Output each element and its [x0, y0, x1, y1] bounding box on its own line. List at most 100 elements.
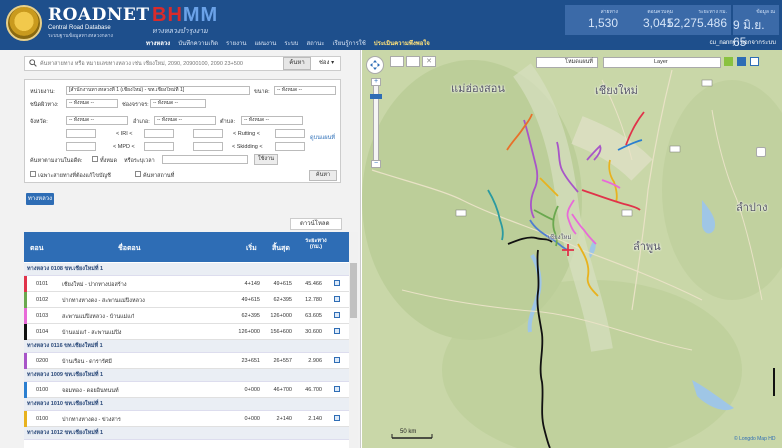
zoom-handle[interactable]: [370, 94, 382, 99]
zoom-to-route-icon[interactable]: [334, 357, 340, 363]
stat-value: 52,275.486: [666, 16, 727, 30]
search-icon: [29, 59, 37, 67]
route-color-swatch: [24, 353, 27, 369]
cell-name: บ้านเรือน - ดารารัศมี: [62, 359, 112, 365]
nav-item-survey[interactable]: ประเมินความพึงพอใจ: [374, 38, 430, 48]
nav-item-highways[interactable]: ทางหลวง: [146, 38, 170, 48]
zoom-to-route-icon[interactable]: [334, 280, 340, 286]
table-header: ตอน ชื่อตอน เริ่ม สิ้นสุด ระยะทาง (กม.): [24, 232, 349, 262]
agency-select[interactable]: [สำนักงานทางหลวงที่ 1 (เชียงใหม่) - ขท.เ…: [66, 86, 250, 95]
rutting-label: < Rutting <: [233, 131, 260, 137]
place-label: ค้นหาสถานที่: [143, 173, 175, 179]
table-row[interactable]: 0101 เชียงใหม่ - ปากทางบ่อสร้าง 4+149 49+61…: [24, 276, 349, 292]
layers-icon[interactable]: [737, 57, 746, 66]
nav-item-status[interactable]: สถานะ: [306, 38, 324, 48]
stat-label: สายทาง: [600, 9, 618, 15]
table-row[interactable]: 0100 จอมทอง - ดอยอินทนนท์ 0+000 46+700 46.70…: [24, 382, 349, 398]
table-scrollbar-thumb[interactable]: [350, 263, 357, 318]
tab-highways[interactable]: ทางหลวง: [26, 193, 54, 205]
bhmm-subtitle: ทางหลวงบำรุงงาม: [152, 28, 208, 35]
cell-code: 0102: [36, 297, 49, 303]
cell-start: 49+615: [241, 297, 260, 303]
filter-search-button[interactable]: ค้นหา: [309, 170, 337, 181]
cell-start: 126+000: [238, 329, 260, 335]
zoom-to-route-icon[interactable]: [334, 386, 340, 392]
size-select[interactable]: -- ทั้งหมด --: [274, 86, 336, 95]
map-type-select[interactable]: โหมดแผนที่: [536, 57, 598, 68]
nav-item-records[interactable]: บันทึกความเกิด: [178, 38, 218, 48]
col-header-distance: ระยะทาง (กม.): [305, 238, 327, 250]
table-row[interactable]: 0200 บ้านเรือน - ดารารัศมี 23+651 26+557 2.9…: [24, 353, 349, 369]
zoom-to-route-icon[interactable]: [334, 312, 340, 318]
size-label: ขนาด:: [254, 89, 270, 95]
cell-start: 0+000: [244, 387, 260, 393]
agency-label: หน่วยงาน:: [30, 89, 55, 95]
locate-icon[interactable]: [756, 147, 766, 157]
cell-distance: 2.906: [308, 358, 322, 364]
arrows-icon: [370, 60, 380, 70]
surface-select[interactable]: -- ทั้งหมด --: [66, 99, 118, 108]
rutting-min-input[interactable]: [193, 129, 223, 138]
search-button[interactable]: ค้นหา: [283, 57, 311, 70]
col-header-start: เริ่ม: [246, 245, 257, 252]
history-or-label: หรือระบุเวลา: [124, 158, 155, 164]
map-view[interactable]: + − ✕: [362, 50, 782, 448]
district-select[interactable]: -- ทั้งหมด --: [154, 116, 216, 125]
measure-icon[interactable]: [406, 56, 420, 67]
zoom-to-route-icon[interactable]: [334, 296, 340, 302]
iri-max-input[interactable]: [144, 129, 174, 138]
layer-select[interactable]: Layer: [603, 57, 721, 68]
nav-item-system[interactable]: ระบบ: [284, 38, 298, 48]
search-input[interactable]: [40, 57, 270, 70]
cell-code: 0100: [36, 387, 49, 393]
zoom-slider[interactable]: [373, 78, 379, 168]
lanes-select[interactable]: -- ทั้งหมด --: [150, 99, 206, 108]
surface-label: ชนิดผิวทาง:: [30, 102, 59, 108]
cell-distance: 45.466: [305, 281, 322, 287]
only-mine-checkbox[interactable]: [30, 171, 36, 177]
download-select[interactable]: ดาวน์โหลด ▾: [290, 218, 342, 237]
stat-date: ข้อมูล ณ 9 มิ.ย. 65: [733, 5, 779, 49]
nav-item-learn[interactable]: เรียนรู้การใช้: [332, 38, 365, 48]
zoom-to-route-icon[interactable]: [334, 415, 340, 421]
view-on-map-link[interactable]: ดูบนแผนที่: [310, 134, 335, 142]
clear-icon[interactable]: ✕: [422, 56, 436, 67]
nav-item-reports[interactable]: รายงาน: [226, 38, 247, 48]
mpd-min-input[interactable]: [66, 142, 96, 151]
user-menu[interactable]: cu_nanny | ออกจากระบบ: [710, 37, 776, 47]
skid-min-input[interactable]: [193, 142, 223, 151]
skid-max-input[interactable]: [275, 142, 305, 151]
district-label: อำเภอ:: [133, 119, 150, 125]
nav-item-plans[interactable]: แผนงาน: [255, 38, 277, 48]
history-all-checkbox[interactable]: [92, 156, 98, 162]
table-row[interactable]: 0103 สะพานแม่ปิงหลวง - บ้านแม่แก๋ 62+395 12…: [24, 308, 349, 324]
table-row[interactable]: 0100 ปากทางหางดง - ข่วงสาร 0+000 2+140 2.140: [24, 411, 349, 427]
search-options-button[interactable]: ช่อง ▾: [313, 57, 340, 70]
place-checkbox[interactable]: [135, 171, 141, 177]
col-header-name: ชื่อตอน: [118, 245, 141, 252]
cell-distance: 12.780: [305, 297, 322, 303]
cell-end: 126+000: [270, 313, 292, 319]
zoom-in-icon[interactable]: +: [371, 78, 381, 86]
legend-icon[interactable]: [724, 57, 733, 66]
apply-button[interactable]: ใช้งาน: [254, 154, 278, 165]
mpd-max-input[interactable]: [144, 142, 174, 151]
subdistrict-select[interactable]: -- ทั้งหมด --: [241, 116, 303, 125]
table-row[interactable]: 0104 บ้านแม่แก๋ - สะพานแม่ปิง 126+000 156+6…: [24, 324, 349, 340]
fullscreen-icon[interactable]: [750, 57, 759, 66]
rutting-max-input[interactable]: [275, 129, 305, 138]
draw-line-icon[interactable]: [390, 56, 404, 67]
cell-end: 156+600: [270, 329, 292, 335]
cell-end: 62+395: [273, 297, 292, 303]
col-header-end: สิ้นสุด: [272, 245, 290, 252]
table-row[interactable]: 0102 ปากทางหางดง - สะพานแม่ปิงหลวง 49+615 6…: [24, 292, 349, 308]
zoom-to-route-icon[interactable]: [334, 328, 340, 334]
history-date-input[interactable]: [162, 155, 248, 164]
stat-label: ระยะทาง กม.: [698, 9, 727, 15]
zoom-out-icon[interactable]: −: [371, 160, 381, 168]
province-select[interactable]: -- ทั้งหมด --: [66, 116, 128, 125]
cell-distance: 46.700: [305, 387, 322, 393]
logo-title: ROADNET: [48, 5, 150, 25]
iri-min-input[interactable]: [66, 129, 96, 138]
route-color-swatch: [24, 276, 27, 292]
